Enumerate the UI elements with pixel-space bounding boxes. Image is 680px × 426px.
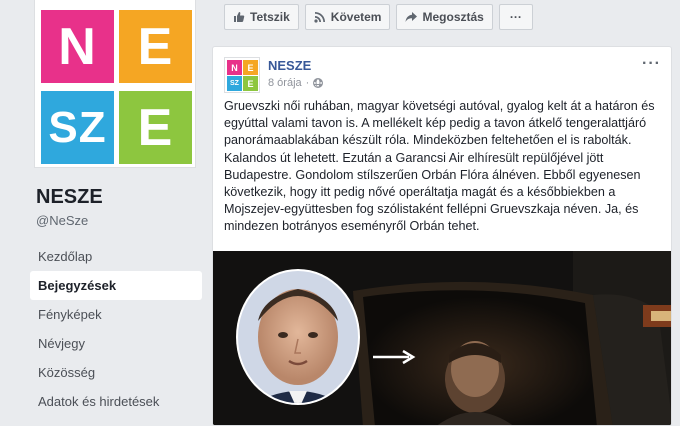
post-meta-separator: · — [305, 77, 310, 89]
post-options-button[interactable]: ··· — [642, 55, 661, 73]
post-card: N E SZ E NESZE 8 órája · ··· Gruevszki n… — [212, 46, 672, 426]
post-body-text: Gruevszki női ruhában, magyar követségi … — [224, 99, 655, 234]
page-nav: Kezdőlap Bejegyzések Fényképek Névjegy K… — [30, 242, 202, 416]
page-title[interactable]: NESZE — [36, 186, 103, 209]
share-button-label: Megosztás — [422, 10, 484, 24]
follow-button[interactable]: Követem — [304, 4, 391, 30]
logo-tile-e-second: E — [119, 91, 192, 164]
share-button[interactable]: Megosztás — [396, 4, 493, 30]
logo-tile-sz: SZ — [41, 91, 114, 164]
page-handle[interactable]: @NeSze — [36, 213, 88, 228]
page-profile-picture[interactable]: N E SZ E — [34, 0, 196, 168]
share-arrow-icon — [405, 12, 418, 22]
rss-icon — [314, 12, 325, 23]
post-author-name[interactable]: NESZE — [268, 58, 311, 73]
page-sidebar: N E SZ E NESZE @NeSze Kezdőlap Bejegyzés… — [30, 0, 202, 426]
post-photo-image — [213, 251, 671, 425]
thumbs-up-icon — [234, 12, 245, 22]
globe-icon[interactable] — [313, 78, 324, 88]
avatar-tile-sz: SZ — [227, 76, 242, 91]
nav-item-posts[interactable]: Bejegyzések — [30, 271, 202, 300]
follow-button-label: Követem — [330, 10, 382, 24]
avatar-tile-n: N — [227, 60, 242, 75]
avatar-tile-e: E — [243, 60, 258, 75]
logo-tile-e: E — [119, 10, 192, 83]
nav-item-home[interactable]: Kezdőlap — [30, 242, 202, 271]
post-author-avatar[interactable]: N E SZ E — [224, 57, 260, 93]
avatar-tile-e-second: E — [243, 76, 258, 91]
more-options-button[interactable]: ··· — [498, 4, 533, 30]
nav-item-info-and-ads[interactable]: Adatok és hirdetések — [30, 387, 202, 416]
nav-item-about[interactable]: Névjegy — [30, 329, 202, 358]
like-button[interactable]: Tetszik — [224, 4, 299, 30]
post-meta: 8 órája · — [268, 77, 324, 89]
logo-tile-n: N — [41, 10, 114, 83]
post-timestamp[interactable]: 8 órája — [268, 77, 302, 89]
nav-item-photos[interactable]: Fényképek — [30, 300, 202, 329]
post-photo[interactable] — [213, 251, 671, 425]
page-action-bar: Tetszik Követem Megosztás ··· — [224, 4, 533, 30]
like-button-label: Tetszik — [250, 10, 290, 24]
nav-item-community[interactable]: Közösség — [30, 358, 202, 387]
